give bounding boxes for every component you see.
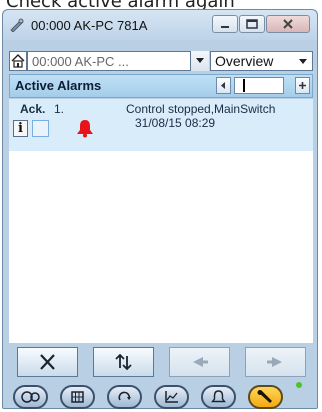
grid-icon xyxy=(71,391,84,403)
chevron-down-icon xyxy=(299,59,307,64)
close-button[interactable] xyxy=(266,15,310,33)
next-button[interactable] xyxy=(245,347,306,377)
device-path-dropdown-button[interactable] xyxy=(190,51,209,71)
view-dropdown-button[interactable] xyxy=(295,52,312,70)
app-window: 00:000 AK-PC 781A 00:000 AK-PC ... Overv… xyxy=(2,9,318,409)
window-title: 00:000 AK-PC 781A xyxy=(31,18,148,33)
alarm-description: Control stopped,MainSwitch xyxy=(126,102,276,116)
view-select[interactable]: Overview xyxy=(210,51,313,71)
home-icon xyxy=(11,54,25,68)
nav-recycle-button[interactable] xyxy=(107,385,142,409)
recycle-icon xyxy=(118,391,131,401)
alarm-info-button[interactable]: i xyxy=(13,120,28,137)
wrench-app-icon xyxy=(10,18,24,32)
page: Check active alarm again 00:000 AK-PC 78… xyxy=(0,0,322,412)
graph-icon xyxy=(165,391,178,403)
refresh-button[interactable] xyxy=(93,347,154,377)
text-caret xyxy=(243,79,245,92)
alarm-timestamp: 31/08/15 08:29 xyxy=(135,116,216,130)
bottom-nav xyxy=(13,382,313,412)
plus-icon xyxy=(299,82,306,89)
previous-button[interactable] xyxy=(169,347,230,377)
refresh-arrows-icon xyxy=(115,353,132,371)
minimize-icon xyxy=(221,26,229,28)
ack-column-header: Ack. xyxy=(20,102,46,116)
connection-status-indicator xyxy=(296,382,302,388)
alarm-bell-icon xyxy=(77,120,93,138)
maximize-icon xyxy=(246,19,258,29)
close-icon xyxy=(283,19,293,29)
action-bar xyxy=(9,347,313,379)
view-select-value: Overview xyxy=(215,53,274,69)
nav-service-button[interactable] xyxy=(248,385,283,409)
nav-grid-button[interactable] xyxy=(60,385,95,409)
arrow-left-icon xyxy=(221,82,225,89)
nav-alarms-button[interactable] xyxy=(201,385,236,409)
cancel-button[interactable] xyxy=(17,347,78,377)
alarm-list: Ack. 1. i Control stopped,MainSwitch 31/… xyxy=(9,99,313,343)
nav-controller-button[interactable] xyxy=(13,385,48,409)
previous-page-button[interactable] xyxy=(216,77,231,94)
next-arrow-icon xyxy=(267,357,282,367)
next-page-button[interactable] xyxy=(295,77,310,94)
chevron-down-icon xyxy=(196,58,204,63)
page-number-input[interactable] xyxy=(234,77,284,94)
cancel-x-icon xyxy=(40,354,55,370)
device-path-select[interactable]: 00:000 AK-PC ... xyxy=(27,51,208,71)
alarms-panel-title: Active Alarms xyxy=(15,78,102,93)
alarms-panel-header: Active Alarms xyxy=(9,74,313,98)
wrench-icon xyxy=(257,390,272,403)
device-path-value: 00:000 AK-PC ... xyxy=(32,54,129,69)
maximize-button[interactable] xyxy=(239,15,265,33)
alarm-row[interactable]: Ack. 1. i Control stopped,MainSwitch 31/… xyxy=(9,99,313,151)
nav-graph-button[interactable] xyxy=(154,385,189,409)
bell-icon xyxy=(211,390,226,403)
minimize-button[interactable] xyxy=(212,15,238,33)
toolbar: 00:000 AK-PC ... Overview xyxy=(9,51,313,73)
title-bar: 00:000 AK-PC 781A xyxy=(3,10,317,40)
acknowledge-checkbox[interactable] xyxy=(32,120,49,137)
controller-icon xyxy=(21,391,40,403)
home-button[interactable] xyxy=(9,51,27,71)
alarm-number: 1. xyxy=(54,102,65,116)
previous-arrow-icon xyxy=(193,357,208,367)
